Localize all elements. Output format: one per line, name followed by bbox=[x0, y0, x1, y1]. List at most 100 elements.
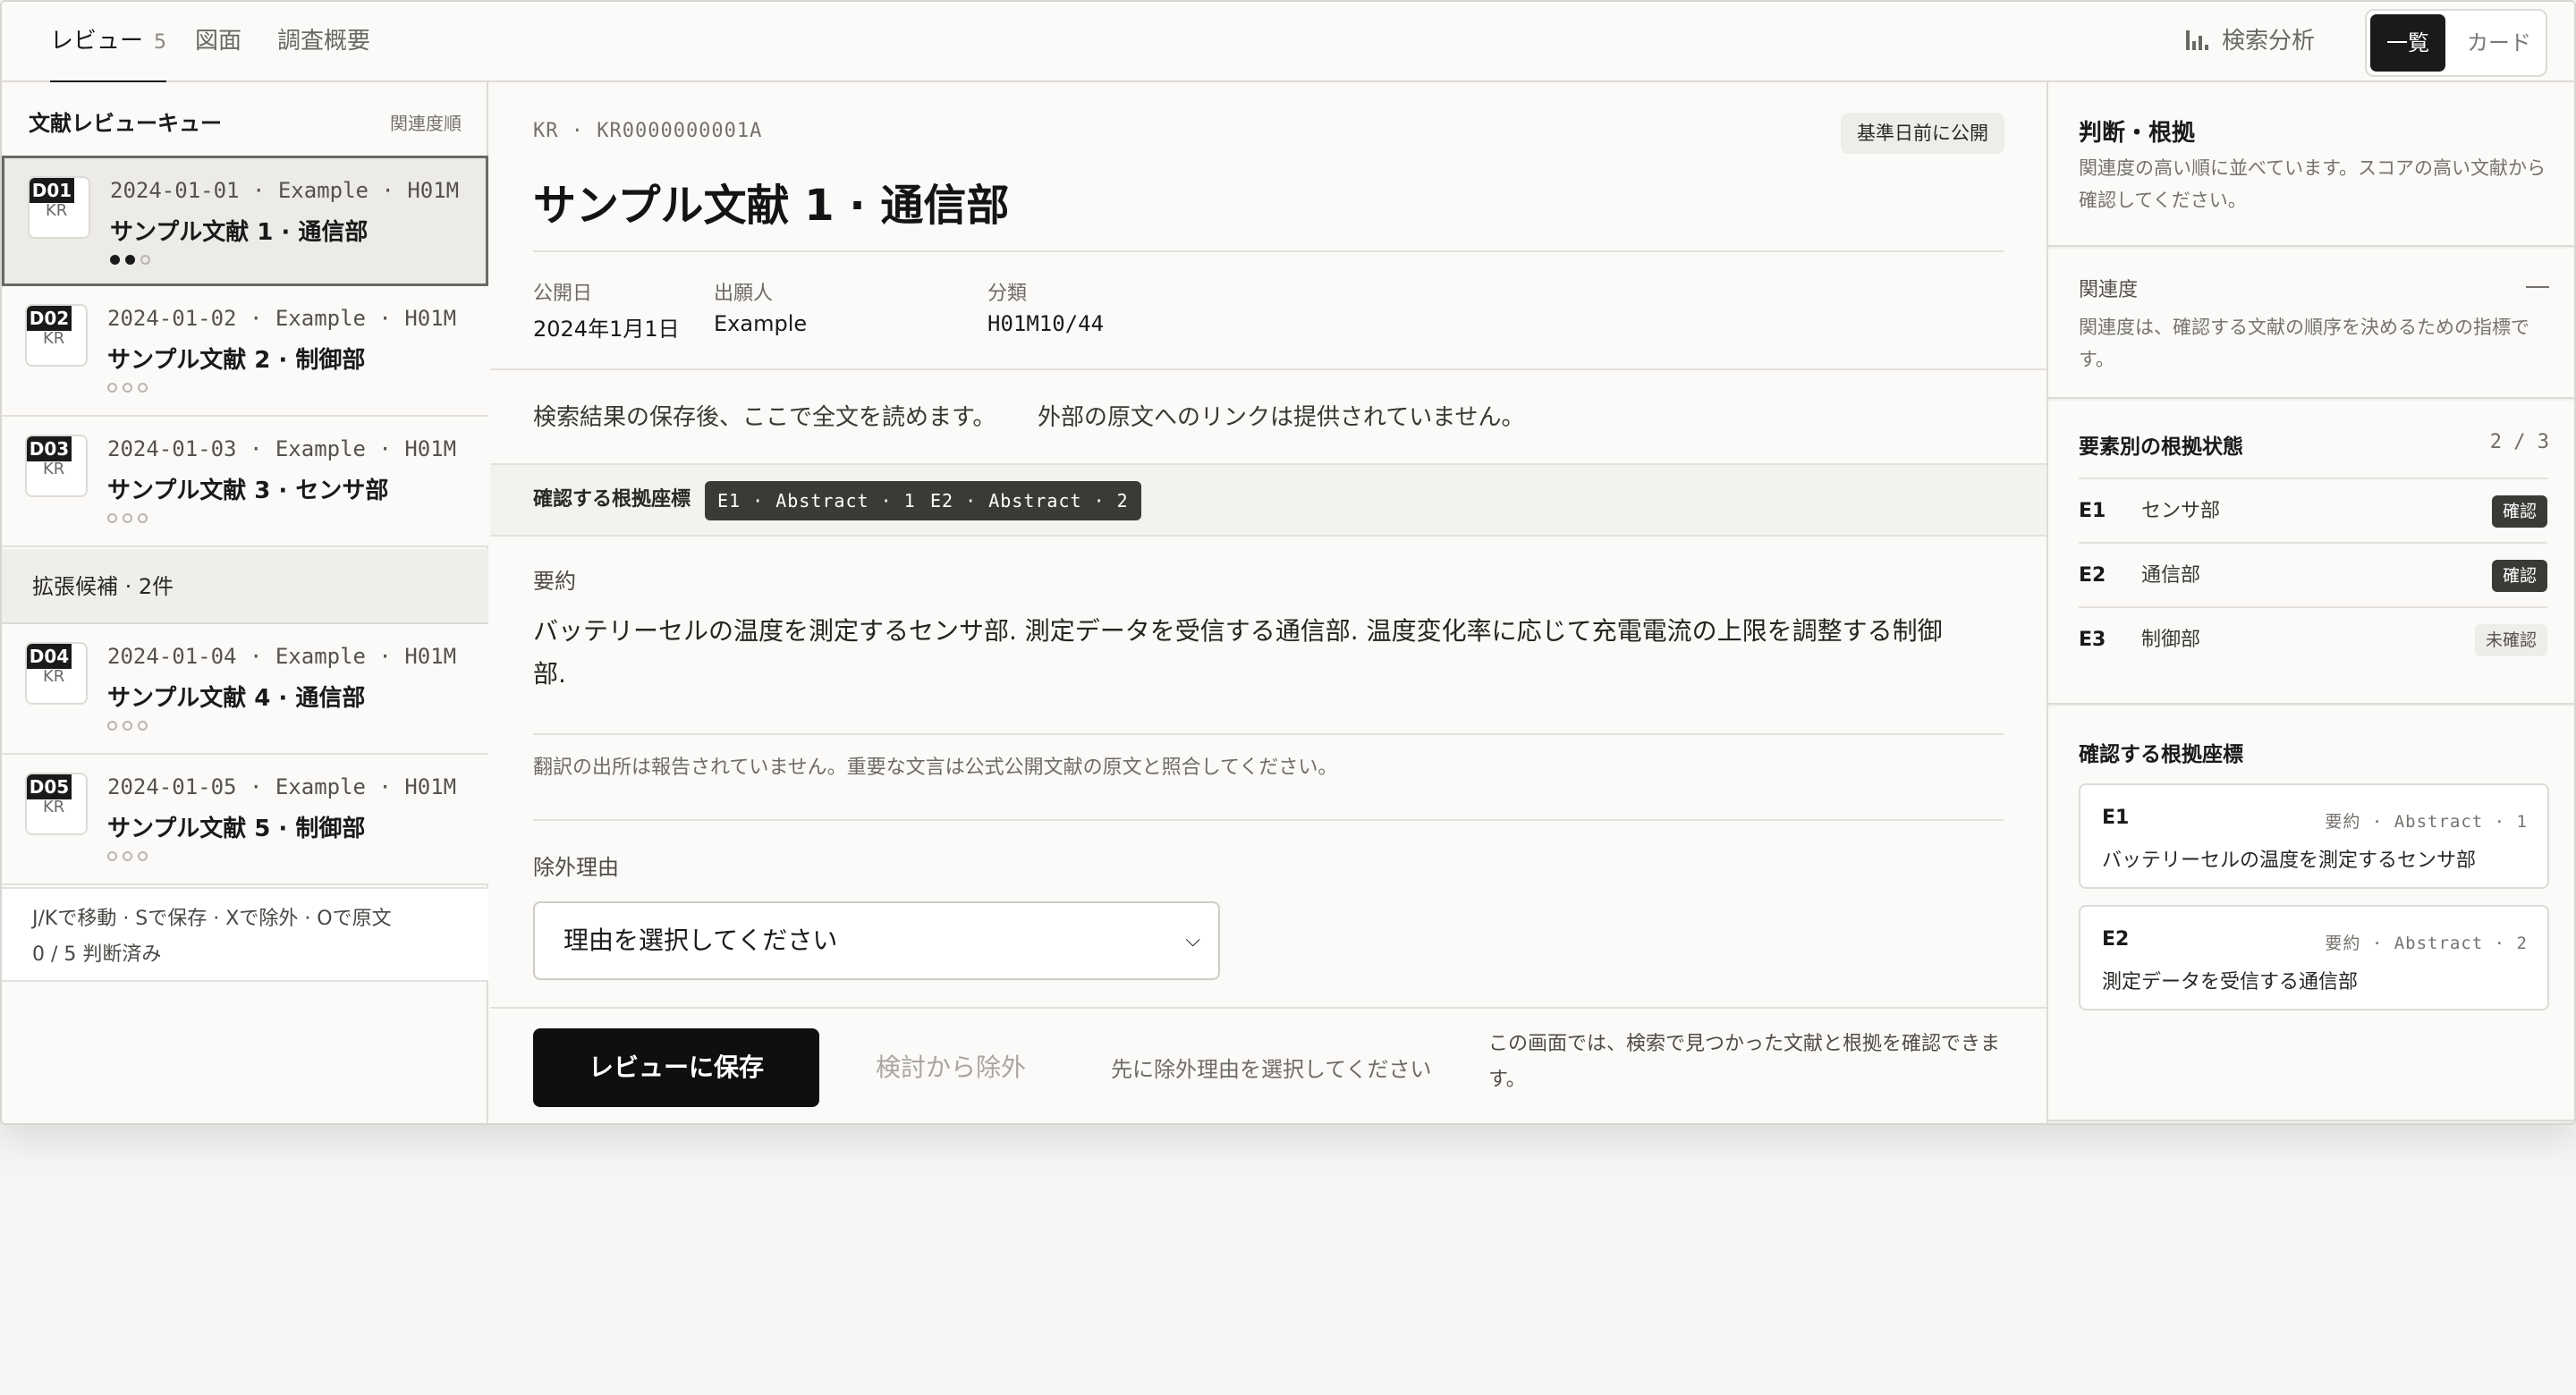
progress-dots bbox=[110, 251, 156, 264]
relevance-section: 関連度 関連度は、確認する文献の順序を決めるための指標です。 bbox=[2048, 249, 2576, 399]
doc-country: KR bbox=[46, 201, 67, 220]
queue-title: 文献レビューキュー bbox=[29, 106, 222, 137]
document-icon: D03 KR bbox=[25, 435, 88, 497]
progress-dot bbox=[138, 383, 148, 393]
progress-dot bbox=[110, 255, 120, 265]
element-row-e1[interactable]: E1 センサ部 確認 bbox=[2079, 478, 2547, 542]
item-meta: 2024-01-05 · Example · H01M bbox=[107, 774, 456, 799]
doc-country: KR bbox=[43, 667, 64, 686]
tab-overview[interactable]: 調査概要 bbox=[277, 2, 370, 82]
status-badge: 未確認 bbox=[2475, 624, 2547, 656]
save-to-review-button[interactable]: レビューに保存 bbox=[533, 1028, 819, 1107]
doc-country: KR bbox=[43, 798, 64, 816]
item-meta: 2024-01-03 · Example · H01M bbox=[107, 436, 456, 461]
queue-item-d01[interactable]: D01 KR 2024-01-01 · Example · H01M サンプル文… bbox=[2, 156, 488, 286]
abstract-label: 要約 bbox=[533, 563, 576, 595]
document-icon: D01 KR bbox=[28, 176, 90, 239]
progress-dot bbox=[138, 851, 148, 861]
evidence-chip-e2[interactable]: E2 · Abstract · 2 bbox=[918, 481, 1141, 520]
tab-review-count: 5 bbox=[154, 31, 166, 54]
progress-dots bbox=[107, 717, 153, 730]
element-row-e3[interactable]: E3 制御部 未確認 bbox=[2079, 606, 2547, 671]
coordinate-id: E2 bbox=[2102, 928, 2129, 951]
tab-review-label: レビュー bbox=[50, 28, 143, 55]
tab-drawings-label: 図面 bbox=[195, 28, 242, 55]
item-title: サンプル文献 2 · 制御部 bbox=[107, 342, 365, 375]
queue-item-d04[interactable]: D04 KR 2024-01-04 · Example · H01M サンプル文… bbox=[2, 624, 488, 755]
tab-review[interactable]: レビュー 5 bbox=[50, 2, 166, 82]
element-name: 通信部 bbox=[2141, 544, 2200, 608]
screen-note: この画面では、検索で見つかった文献と根拠を確認できます。 bbox=[1488, 1027, 2025, 1098]
document-title: サンプル文献 1 · 通信部 bbox=[533, 170, 1009, 232]
coordinate-card-e1[interactable]: E1 要約 · Abstract · 1 バッテリーセルの温度を測定するセンサ部 bbox=[2079, 783, 2549, 889]
field-label-applicant: 出願人 bbox=[714, 277, 773, 306]
notice-no-link: 外部の原文へのリンクは提供されていません。 bbox=[1038, 370, 1524, 465]
tab-drawings[interactable]: 図面 bbox=[195, 2, 242, 82]
coordinate-id: E1 bbox=[2102, 807, 2129, 829]
progress-dot bbox=[123, 383, 132, 393]
top-bar: レビュー 5 図面 調査概要 検索分析 一覧 カード bbox=[2, 2, 2574, 82]
doc-country: KR bbox=[43, 460, 64, 478]
panel-header: 判断・根拠 関連度の高い順に並べています。スコアの高い文献から確認してください。 bbox=[2048, 82, 2576, 247]
progress-dot bbox=[107, 513, 117, 523]
progress-dots bbox=[107, 379, 153, 392]
element-status-section: 要素別の根拠状態 2 / 3 E1 センサ部 確認 E2 通信部 確認 E3 制… bbox=[2048, 401, 2576, 705]
panel-subtitle: 関連度の高い順に並べています。スコアの高い文献から確認してください。 bbox=[2079, 152, 2553, 216]
doc-country: KR bbox=[43, 329, 64, 348]
field-value-date: 2024年1月1日 bbox=[533, 311, 680, 342]
relevance-value bbox=[2526, 286, 2549, 288]
element-id: E1 bbox=[2079, 479, 2106, 544]
bar-chart-icon bbox=[2186, 30, 2209, 50]
panel-title: 判断・根拠 bbox=[2079, 114, 2195, 148]
coordinates-title: 確認する根拠座標 bbox=[2079, 737, 2243, 767]
queue-item-d02[interactable]: D02 KR 2024-01-02 · Example · H01M サンプル文… bbox=[2, 286, 488, 417]
queue-sort[interactable]: 関連度順 bbox=[390, 109, 462, 135]
element-status-title: 要素別の根拠状態 bbox=[2079, 429, 2243, 460]
exclusion-reason-select[interactable]: 理由を選択してください ⌵ bbox=[533, 901, 1220, 980]
exclude-hint: 先に除外理由を選択してください bbox=[1111, 1052, 1432, 1083]
element-row-e2[interactable]: E2 通信部 確認 bbox=[2079, 542, 2547, 606]
progress-dots bbox=[107, 510, 153, 522]
coordinate-card-e2[interactable]: E2 要約 · Abstract · 2 測定データを受信する通信部 bbox=[2079, 905, 2549, 1010]
notice-save: 検索結果の保存後、ここで全文を読めます。 bbox=[533, 370, 996, 465]
coordinate-text: バッテリーセルの温度を測定するセンサ部 bbox=[2102, 844, 2476, 873]
judgment-panel: 判断・根拠 関連度の高い順に並べています。スコアの高い文献から確認してください。… bbox=[2046, 82, 2576, 1125]
view-toggle: 一覧 カード bbox=[2365, 9, 2547, 77]
coordinate-source: 要約 · Abstract · 2 bbox=[2325, 930, 2528, 954]
chevron-down-icon: ⌵ bbox=[1185, 903, 1200, 978]
evidence-bar-label: 確認する根拠座標 bbox=[533, 465, 691, 535]
doc-code: D03 bbox=[27, 436, 72, 461]
divider bbox=[533, 733, 2004, 735]
action-bar: レビューに保存 検討から除外 先に除外理由を選択してください この画面では、検索… bbox=[490, 1007, 2046, 1125]
evidence-chip-e1[interactable]: E1 · Abstract · 1 bbox=[705, 481, 928, 520]
exclusion-reason-label: 除外理由 bbox=[533, 850, 619, 881]
divider bbox=[533, 819, 2004, 821]
item-title: サンプル文献 1 · 通信部 bbox=[110, 214, 368, 247]
item-meta: 2024-01-02 · Example · H01M bbox=[107, 306, 456, 331]
queue-item-d03[interactable]: D03 KR 2024-01-03 · Example · H01M サンプル文… bbox=[2, 417, 488, 547]
doc-code: D02 bbox=[27, 306, 72, 331]
item-meta: 2024-01-01 · Example · H01M bbox=[110, 178, 459, 203]
status-badge: 確認 bbox=[2492, 560, 2547, 592]
view-list-button[interactable]: 一覧 bbox=[2370, 14, 2445, 72]
app-window: レビュー 5 図面 調査概要 検索分析 一覧 カード 文献レビューキュー 関連度順… bbox=[0, 0, 2576, 1125]
coordinates-section: 確認する根拠座標 E1 要約 · Abstract · 1 バッテリーセルの温度… bbox=[2048, 706, 2576, 1121]
search-analysis-button[interactable]: 検索分析 bbox=[2186, 2, 2315, 82]
judged-count: 0 / 5 判断済み bbox=[32, 937, 488, 973]
progress-dot bbox=[125, 255, 135, 265]
translation-note: 翻訳の出所は報告されていません。重要な文言は公式公開文献の原文と照合してください… bbox=[533, 751, 1337, 780]
view-card-button[interactable]: カード bbox=[2456, 14, 2542, 72]
progress-dot bbox=[140, 255, 150, 265]
queue-item-d05[interactable]: D05 KR 2024-01-05 · Example · H01M サンプル文… bbox=[2, 755, 488, 885]
coordinate-source: 要約 · Abstract · 1 bbox=[2325, 808, 2528, 833]
tab-overview-label: 調査概要 bbox=[277, 28, 370, 55]
coordinate-text: 測定データを受信する通信部 bbox=[2102, 966, 2358, 994]
exclusion-reason-value: 理由を選択してください bbox=[564, 926, 837, 955]
progress-dot bbox=[123, 513, 132, 523]
expansion-group-header: 拡張候補 · 2件 bbox=[2, 549, 488, 624]
progress-dot bbox=[123, 851, 132, 861]
exclude-button[interactable]: 検討から除外 bbox=[848, 1028, 1054, 1107]
keyboard-shortcuts: J/Kで移動 · Sで保存 · Xで除外 · Oで原文 bbox=[32, 901, 488, 937]
status-badge: 確認 bbox=[2492, 495, 2547, 528]
progress-dot bbox=[107, 383, 117, 393]
